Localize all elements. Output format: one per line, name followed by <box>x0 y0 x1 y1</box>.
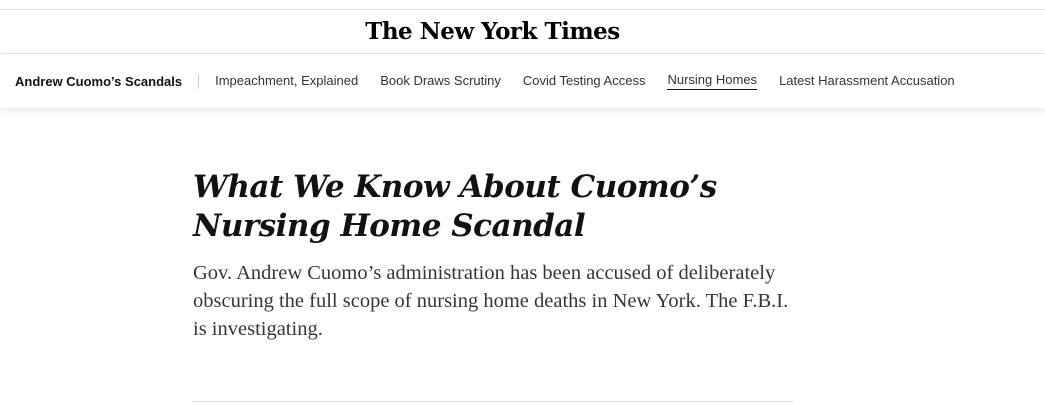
section-subnav: Andrew Cuomo’s Scandals Impeachment, Exp… <box>0 54 1045 108</box>
subnav-item-nursing-homes[interactable]: Nursing Homes <box>667 72 758 90</box>
article-divider <box>193 401 793 402</box>
subnav-item-impeachment[interactable]: Impeachment, Explained <box>215 73 358 90</box>
article-headline: What We Know About Cuomo’s Nursing Home … <box>193 169 717 244</box>
subnav-divider <box>198 73 200 89</box>
article-summary: Gov. Andrew Cuomo’s administration has b… <box>193 262 789 340</box>
masthead: The New York Times <box>0 10 1045 53</box>
subnav-item-covid-testing[interactable]: Covid Testing Access <box>523 73 646 90</box>
subnav-item-harassment[interactable]: Latest Harassment Accusation <box>779 73 955 90</box>
nyt-logo[interactable]: The New York Times <box>365 18 620 45</box>
section-title-link[interactable]: Andrew Cuomo’s Scandals <box>15 74 182 89</box>
subnav-item-book[interactable]: Book Draws Scrutiny <box>380 73 501 90</box>
article-header: What We Know About Cuomo’s Nursing Home … <box>193 168 833 343</box>
